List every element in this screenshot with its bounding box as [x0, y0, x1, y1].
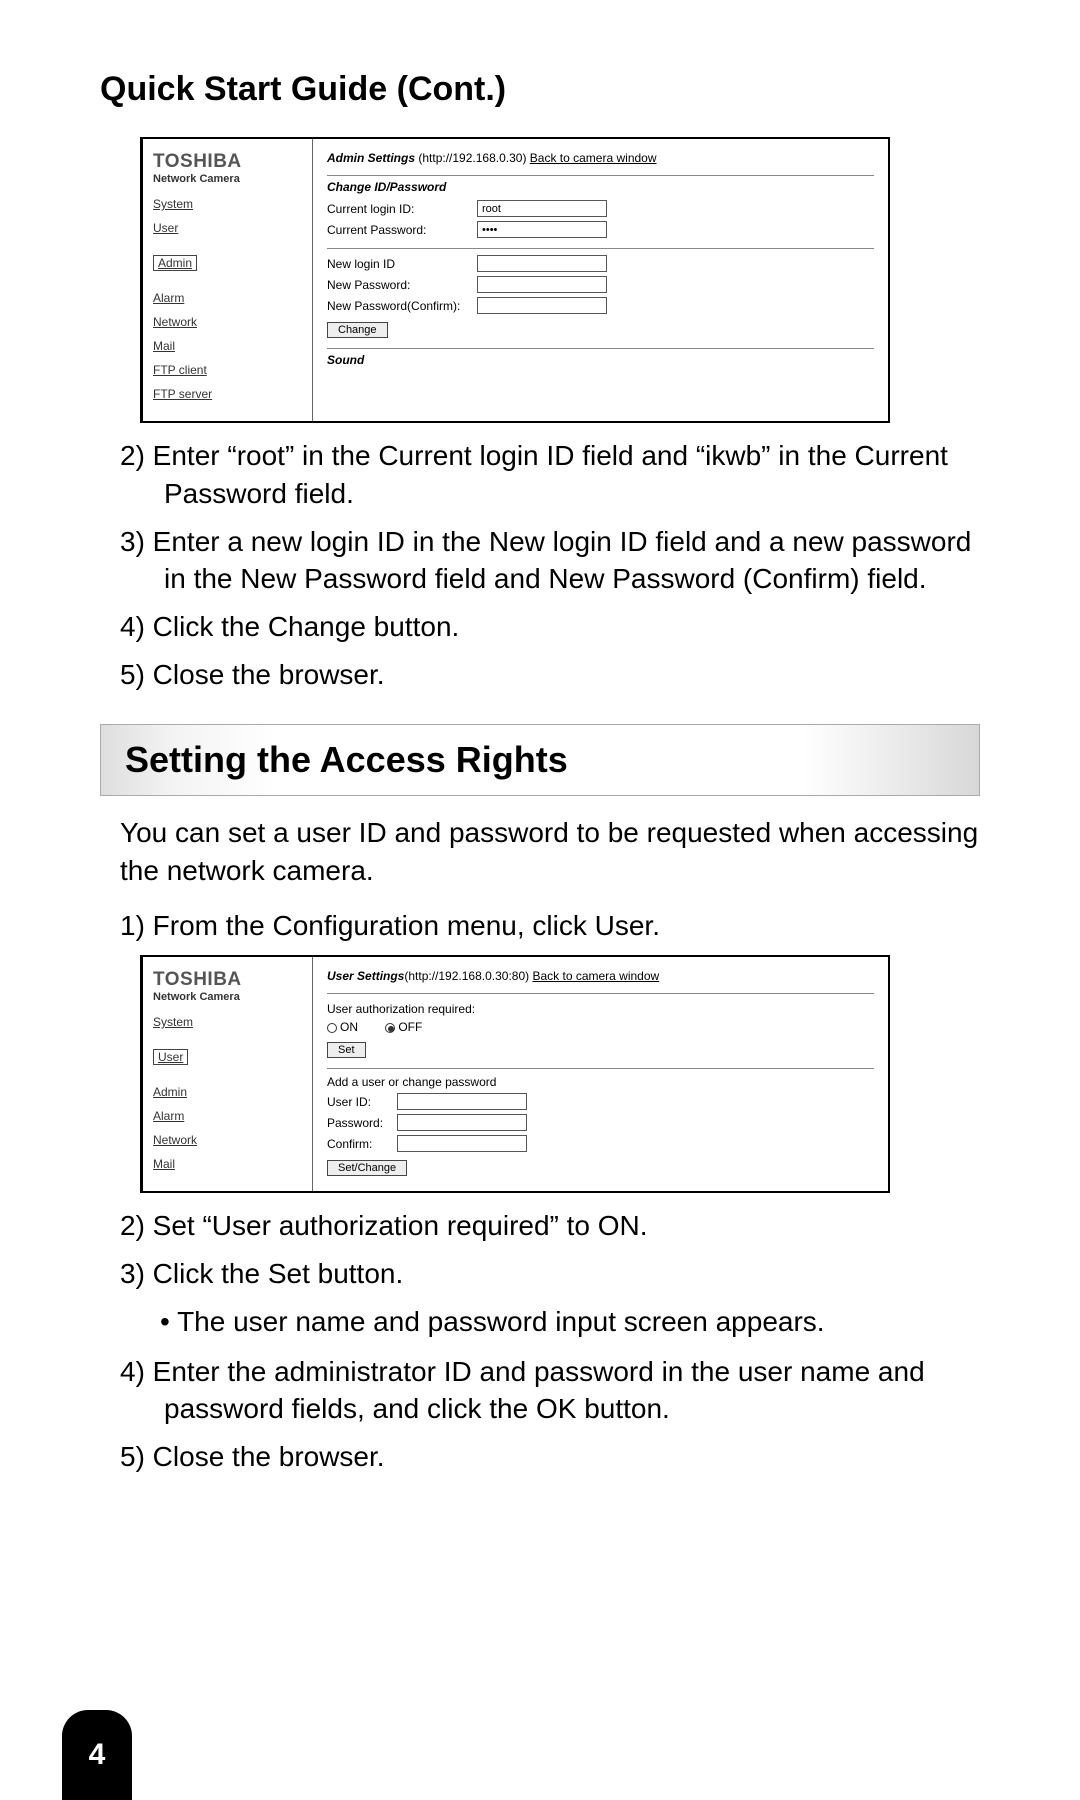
nav-system[interactable]: System: [153, 197, 302, 211]
shot1-header: Admin Settings (http://192.168.0.30) Bac…: [327, 151, 874, 165]
shot2-sidebar: TOSHIBA Network Camera System User Admin…: [143, 957, 313, 1191]
nav-user[interactable]: User: [153, 221, 302, 235]
brand-subtitle: Network Camera: [153, 991, 302, 1003]
input-new-password[interactable]: [477, 276, 607, 293]
step-c4: 4) Enter the administrator ID and passwo…: [120, 1353, 980, 1429]
nav-system[interactable]: System: [153, 1015, 302, 1029]
screenshot-user-settings: TOSHIBA Network Camera System User Admin…: [140, 955, 890, 1193]
lbl-userid: User ID:: [327, 1095, 397, 1109]
input-confirm[interactable]: [397, 1135, 527, 1152]
shot2-header: User Settings(http://192.168.0.30:80) Ba…: [327, 969, 874, 983]
nav-ftp-server[interactable]: FTP server: [153, 387, 302, 401]
lbl-current-login: Current login ID:: [327, 202, 477, 216]
auth-required-radio: ON OFF: [327, 1020, 874, 1034]
brand-logo: TOSHIBA: [153, 151, 302, 173]
shot1-section-change: Change ID/Password: [327, 175, 874, 194]
page-number: 4: [89, 1738, 106, 1772]
row-new-login: New login ID: [327, 255, 874, 272]
input-new-login[interactable]: [477, 255, 607, 272]
add-user-label: Add a user or change password: [327, 1075, 874, 1089]
input-current-login[interactable]: root: [477, 200, 607, 217]
lbl-new-password-confirm: New Password(Confirm):: [327, 299, 477, 313]
nav-mail[interactable]: Mail: [153, 339, 302, 353]
input-current-password[interactable]: ••••: [477, 221, 607, 238]
step-c5: 5) Close the browser.: [120, 1438, 980, 1476]
step-a3: 3) Enter a new login ID in the New login…: [120, 523, 980, 599]
bullet-b: • The user name and password input scree…: [160, 1303, 980, 1341]
nav-admin[interactable]: Admin: [153, 255, 197, 271]
lbl-new-password: New Password:: [327, 278, 477, 292]
brand-subtitle: Network Camera: [153, 173, 302, 185]
input-new-password-confirm[interactable]: [477, 297, 607, 314]
shot1-main: Admin Settings (http://192.168.0.30) Bac…: [313, 139, 888, 421]
lbl-confirm: Confirm:: [327, 1137, 397, 1151]
nav-alarm[interactable]: Alarm: [153, 291, 302, 305]
shot2-address: (http://192.168.0.30:80): [404, 969, 529, 983]
set-change-button[interactable]: Set/Change: [327, 1160, 407, 1176]
radio-on-label: ON: [340, 1020, 358, 1034]
lbl-new-login: New login ID: [327, 257, 477, 271]
row-current-login: Current login ID: root: [327, 200, 874, 217]
step-a5: 5) Close the browser.: [120, 656, 980, 694]
nav-network[interactable]: Network: [153, 315, 302, 329]
nav-ftp-client[interactable]: FTP client: [153, 363, 302, 377]
shot1-title: Admin Settings: [327, 151, 415, 165]
nav-mail[interactable]: Mail: [153, 1157, 302, 1171]
input-userid[interactable]: [397, 1093, 527, 1110]
section2-intro: You can set a user ID and password to be…: [120, 814, 980, 890]
row-new-password-confirm: New Password(Confirm):: [327, 297, 874, 314]
nav-network[interactable]: Network: [153, 1133, 302, 1147]
row-password: Password:: [327, 1114, 874, 1131]
step-b1: 1) From the Configuration menu, click Us…: [120, 907, 980, 945]
auth-required-label: User authorization required:: [327, 1002, 874, 1016]
step-a2: 2) Enter “root” in the Current login ID …: [120, 437, 980, 513]
section-access-rights: Setting the Access Rights: [100, 724, 980, 796]
row-current-password: Current Password: ••••: [327, 221, 874, 238]
row-userid: User ID:: [327, 1093, 874, 1110]
lbl-password: Password:: [327, 1116, 397, 1130]
shot1-address: (http://192.168.0.30): [418, 151, 526, 165]
shot2-title: User Settings: [327, 969, 404, 983]
section-title: Setting the Access Rights: [125, 739, 955, 781]
back-to-camera-link[interactable]: Back to camera window: [532, 969, 659, 983]
nav-admin[interactable]: Admin: [153, 1085, 302, 1099]
back-to-camera-link[interactable]: Back to camera window: [530, 151, 657, 165]
radio-off-label: OFF: [398, 1020, 422, 1034]
row-confirm: Confirm:: [327, 1135, 874, 1152]
step-b3: 3) Click the Set button.: [120, 1255, 980, 1293]
step-b2: 2) Set “User authorization required” to …: [120, 1207, 980, 1245]
set-button[interactable]: Set: [327, 1042, 366, 1058]
step-a4: 4) Click the Change button.: [120, 608, 980, 646]
row-new-password: New Password:: [327, 276, 874, 293]
shot1-sidebar: TOSHIBA Network Camera System User Admin…: [143, 139, 313, 421]
input-password[interactable]: [397, 1114, 527, 1131]
radio-on[interactable]: [327, 1023, 337, 1033]
page-number-tab: 4: [62, 1710, 132, 1800]
brand-logo: TOSHIBA: [153, 969, 302, 991]
screenshot-admin-settings: TOSHIBA Network Camera System User Admin…: [140, 137, 890, 423]
lbl-current-password: Current Password:: [327, 223, 477, 237]
nav-user[interactable]: User: [153, 1049, 188, 1065]
shot2-main: User Settings(http://192.168.0.30:80) Ba…: [313, 957, 888, 1191]
radio-off[interactable]: [385, 1023, 395, 1033]
page-title: Quick Start Guide (Cont.): [100, 70, 980, 109]
shot1-section-sound: Sound: [327, 348, 874, 367]
nav-alarm[interactable]: Alarm: [153, 1109, 302, 1123]
change-button[interactable]: Change: [327, 322, 388, 338]
